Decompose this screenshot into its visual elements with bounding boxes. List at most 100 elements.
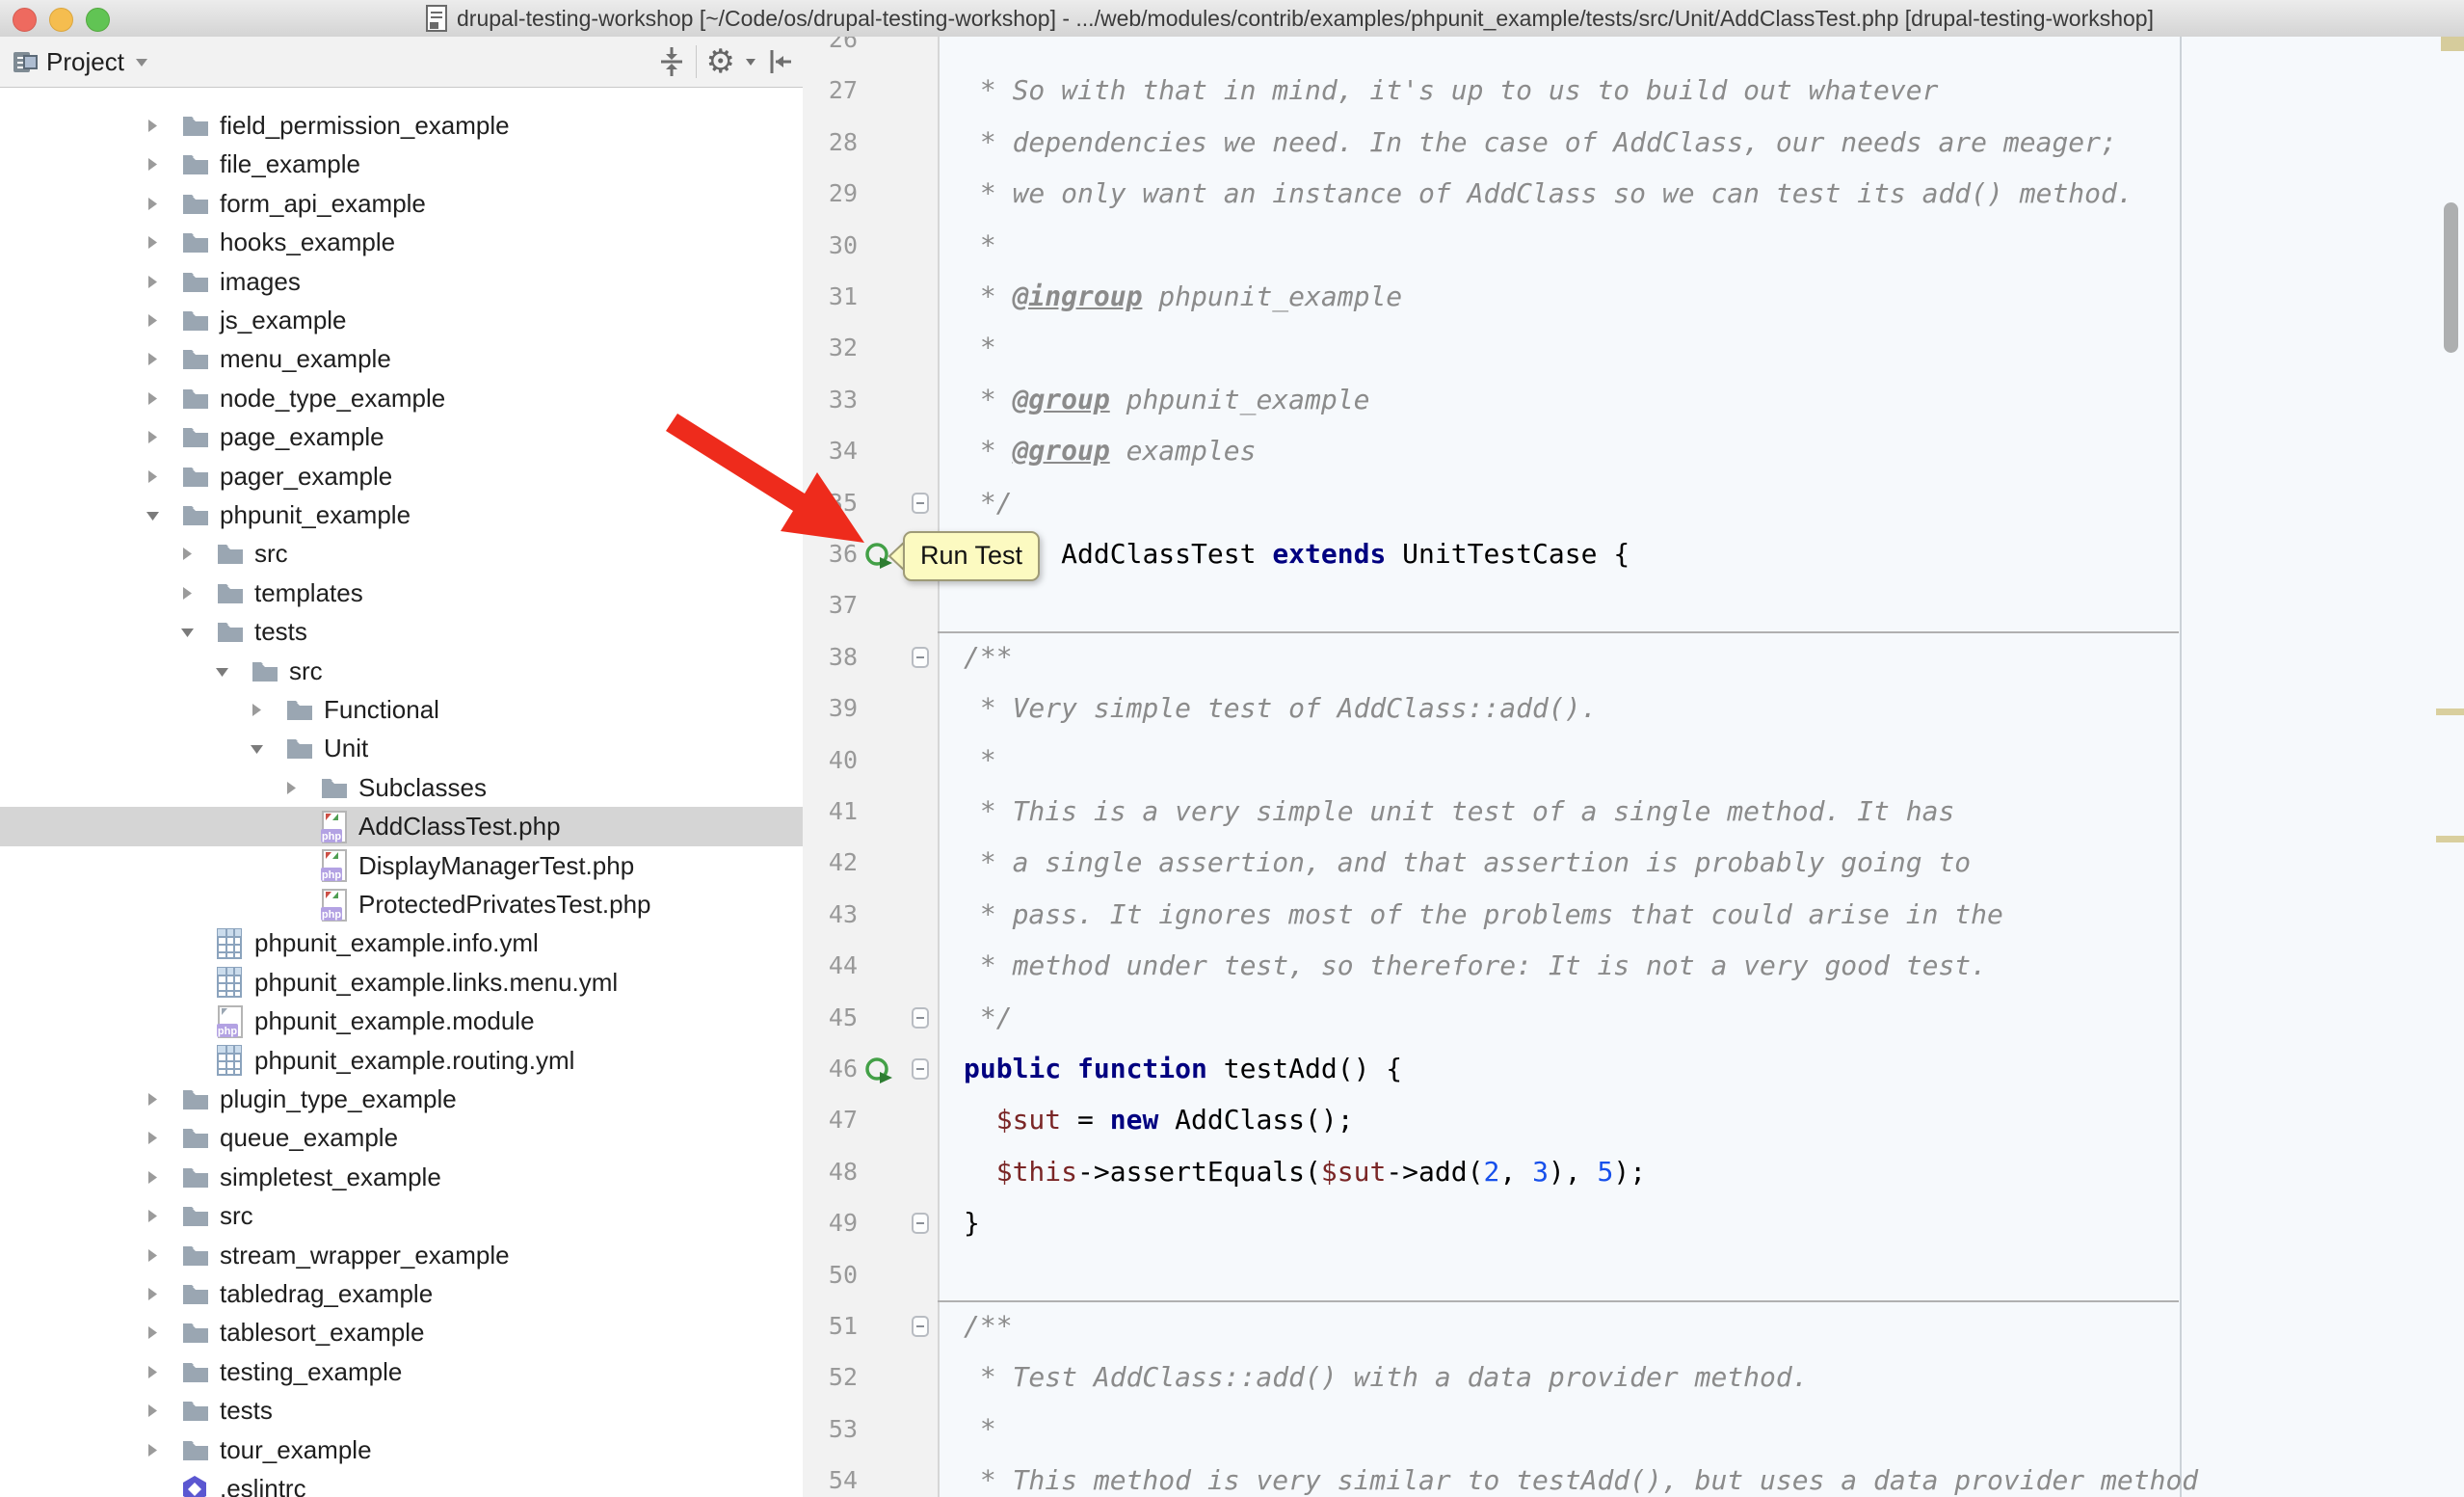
code-line-41[interactable]: 41 * This is a very simple unit test of … [803, 786, 2464, 838]
collapse-arrow-icon[interactable] [145, 430, 161, 444]
tree-item-src[interactable]: src [0, 652, 803, 691]
tree-item-page-example[interactable]: page_example [0, 417, 803, 457]
code-line-46[interactable]: 46public function testAdd() { [803, 1043, 2464, 1095]
collapse-arrow-icon[interactable] [179, 547, 196, 561]
collapse-arrow-icon[interactable] [145, 197, 161, 211]
collapse-arrow-icon[interactable] [145, 119, 161, 133]
tree-item-subclasses[interactable]: Subclasses [0, 768, 803, 808]
code-line-31[interactable]: 31 * @ingroup phpunit_example [803, 271, 2464, 323]
code-line-43[interactable]: 43 * pass. It ignores most of the proble… [803, 889, 2464, 941]
tree-item-functional[interactable]: Functional [0, 690, 803, 730]
code-line-51[interactable]: 51/** [803, 1300, 2464, 1352]
error-stripe-mark[interactable] [2436, 708, 2464, 715]
collapse-arrow-icon[interactable] [179, 586, 196, 601]
chevron-down-icon[interactable] [745, 57, 756, 67]
tree-item-templates[interactable]: templates [0, 574, 803, 613]
code-line-45[interactable]: 45 */ [803, 992, 2464, 1044]
tree-item-queue-example[interactable]: queue_example [0, 1118, 803, 1158]
fold-marker-icon[interactable] [911, 1006, 930, 1031]
code-line-30[interactable]: 30 * [803, 220, 2464, 272]
code-line-38[interactable]: 38/** [803, 631, 2464, 683]
tree-item-displaymanagertest-php[interactable]: phpDisplayManagerTest.php [0, 846, 803, 886]
tree-item-unit[interactable]: Unit [0, 729, 803, 768]
code-line-36[interactable]: 36class AddClassTest extends UnitTestCas… [803, 528, 2464, 580]
collapse-arrow-icon[interactable] [283, 781, 300, 795]
code-line-32[interactable]: 32 * [803, 322, 2464, 374]
expand-arrow-icon[interactable] [179, 625, 196, 639]
tree-item-tour-example[interactable]: tour_example [0, 1430, 803, 1470]
code-line-52[interactable]: 52 * Test AddClass::add() with a data pr… [803, 1351, 2464, 1403]
code-line-53[interactable]: 53 * [803, 1403, 2464, 1456]
collapse-arrow-icon[interactable] [249, 703, 265, 717]
code-line-40[interactable]: 40 * [803, 735, 2464, 787]
collapse-arrow-icon[interactable] [145, 157, 161, 172]
collapse-arrow-icon[interactable] [145, 1287, 161, 1301]
collapse-arrow-icon[interactable] [145, 275, 161, 289]
collapse-arrow-icon[interactable] [145, 1443, 161, 1457]
chevron-down-icon[interactable] [134, 56, 149, 67]
tree-item-protectedprivatestest-php[interactable]: phpProtectedPrivatesTest.php [0, 885, 803, 924]
tree-item-tablesort-example[interactable]: tablesort_example [0, 1313, 803, 1352]
expand-arrow-icon[interactable] [214, 664, 230, 679]
tree-item-phpunit-example-module[interactable]: phpphpunit_example.module [0, 1002, 803, 1041]
collapse-arrow-icon[interactable] [145, 1131, 161, 1145]
tree-item-field-permission-example[interactable]: field_permission_example [0, 106, 803, 146]
error-stripe-mark[interactable] [2436, 836, 2464, 842]
expand-arrow-icon[interactable] [249, 741, 265, 756]
fold-marker-icon[interactable] [911, 1212, 930, 1237]
editor-scrollbar-thumb[interactable] [2444, 202, 2458, 353]
code-line-44[interactable]: 44 * method under test, so therefore: It… [803, 940, 2464, 992]
tree-item-form-api-example[interactable]: form_api_example [0, 184, 803, 224]
tree-item-menu-example[interactable]: menu_example [0, 339, 803, 379]
collapse-arrow-icon[interactable] [145, 352, 161, 366]
tree-item-js-example[interactable]: js_example [0, 301, 803, 340]
project-panel-title[interactable]: Project [46, 47, 124, 77]
collapse-arrow-icon[interactable] [145, 1403, 161, 1418]
collapse-all-icon[interactable] [657, 46, 686, 77]
tree-item-file-example[interactable]: file_example [0, 145, 803, 184]
tree-item-hooks-example[interactable]: hooks_example [0, 223, 803, 262]
code-line-29[interactable]: 29 * we only want an instance of AddClas… [803, 168, 2464, 220]
minimize-window-button[interactable] [49, 8, 73, 32]
collapse-arrow-icon[interactable] [145, 1325, 161, 1340]
code-line-26[interactable]: 26 [803, 37, 2464, 66]
expand-arrow-icon[interactable] [145, 508, 161, 522]
code-line-27[interactable]: 27 * So with that in mind, it's up to us… [803, 65, 2464, 117]
tree-item-simpletest-example[interactable]: simpletest_example [0, 1158, 803, 1197]
code-line-33[interactable]: 33 * @group phpunit_example [803, 374, 2464, 426]
tree-item--eslintrc[interactable]: .eslintrc [0, 1469, 803, 1497]
code-line-39[interactable]: 39 * Very simple test of AddClass::add()… [803, 682, 2464, 735]
code-editor[interactable]: 2627 * So with that in mind, it's up to … [803, 37, 2464, 1497]
collapse-arrow-icon[interactable] [145, 313, 161, 328]
tree-item-tests[interactable]: tests [0, 1391, 803, 1430]
tree-item-tests[interactable]: tests [0, 612, 803, 652]
tree-item-src[interactable]: src [0, 534, 803, 574]
code-line-49[interactable]: 49} [803, 1197, 2464, 1249]
collapse-arrow-icon[interactable] [145, 1170, 161, 1185]
code-line-37[interactable]: 37 [803, 579, 2464, 631]
tree-item-tabledrag-example[interactable]: tabledrag_example [0, 1274, 803, 1314]
hide-panel-icon[interactable] [766, 47, 793, 76]
code-line-42[interactable]: 42 * a single assertion, and that assert… [803, 837, 2464, 889]
tree-item-pager-example[interactable]: pager_example [0, 457, 803, 496]
collapse-arrow-icon[interactable] [145, 1248, 161, 1263]
gear-icon[interactable]: ⚙ [706, 45, 735, 78]
fold-marker-icon[interactable] [911, 1057, 930, 1083]
fold-marker-icon[interactable] [911, 646, 930, 671]
tree-item-testing-example[interactable]: testing_example [0, 1352, 803, 1392]
code-line-35[interactable]: 35 */ [803, 477, 2464, 529]
error-stripe-mark[interactable] [2441, 37, 2464, 51]
tree-item-phpunit-example-links-menu-yml[interactable]: phpunit_example.links.menu.yml [0, 963, 803, 1002]
run-test-icon[interactable] [863, 1056, 894, 1086]
tree-item-phpunit-example[interactable]: phpunit_example [0, 495, 803, 535]
tree-item-phpunit-example-routing-yml[interactable]: phpunit_example.routing.yml [0, 1041, 803, 1081]
code-line-28[interactable]: 28 * dependencies we need. In the case o… [803, 117, 2464, 169]
tree-item-plugin-type-example[interactable]: plugin_type_example [0, 1080, 803, 1119]
code-line-50[interactable]: 50 [803, 1249, 2464, 1301]
code-line-48[interactable]: 48 $this->assertEquals($sut->add(2, 3), … [803, 1146, 2464, 1198]
collapse-arrow-icon[interactable] [145, 1092, 161, 1107]
code-line-34[interactable]: 34 * @group examples [803, 425, 2464, 477]
tree-item-images[interactable]: images [0, 262, 803, 302]
collapse-arrow-icon[interactable] [145, 235, 161, 250]
tree-item-addclasstest-php[interactable]: phpAddClassTest.php [0, 807, 803, 846]
